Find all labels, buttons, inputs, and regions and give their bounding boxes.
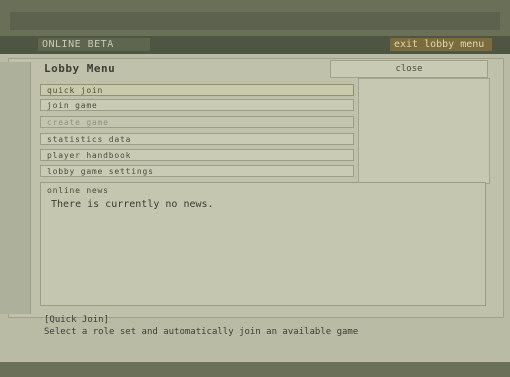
menu-item-handbook[interactable]: player handbook bbox=[40, 149, 354, 161]
menu-item-quick-join[interactable]: quick join bbox=[40, 84, 354, 96]
left-column bbox=[0, 62, 31, 314]
menu-item-create-game[interactable]: create game bbox=[40, 116, 354, 128]
tab-online-beta[interactable]: ONLINE BETA bbox=[38, 38, 150, 51]
hint-text: [Quick Join] Select a role set and autom… bbox=[44, 314, 358, 338]
title-bar bbox=[0, 0, 510, 36]
menu-item-settings[interactable]: lobby game settings bbox=[40, 165, 354, 177]
menu-item-statistics[interactable]: statistics data bbox=[40, 133, 354, 145]
hint-description: Select a role set and automatically join… bbox=[44, 327, 359, 337]
news-message: There is currently no news. bbox=[51, 199, 214, 210]
panel-title: Lobby Menu bbox=[44, 62, 116, 75]
close-button[interactable]: close bbox=[330, 60, 488, 78]
menu-item-join-game[interactable]: join game bbox=[40, 99, 354, 111]
preview-panel bbox=[358, 78, 490, 184]
hint-title: [Quick Join] bbox=[44, 315, 110, 325]
bottom-bar bbox=[0, 362, 510, 377]
news-label: online news bbox=[47, 186, 109, 195]
title-strip bbox=[10, 12, 500, 30]
news-box: online news There is currently no news. bbox=[40, 182, 486, 306]
exit-lobby-button[interactable]: exit lobby menu bbox=[390, 38, 492, 51]
